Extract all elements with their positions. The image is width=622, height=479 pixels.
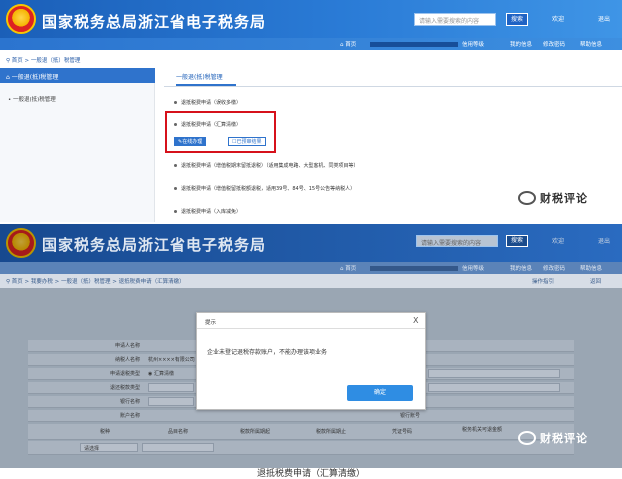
list-item-label: 退抵税费申请（增值税留抵税额退税，适用39号、84号、15号公告等纳税人） [181, 186, 356, 192]
select-hint: 请选择 [84, 446, 100, 452]
active-tab-underline [176, 84, 236, 86]
top-screenshot: 国家税务总局浙江省电子税务局 请输入需要搜索的内容 搜索 欢迎 退出 ⌂ 首页 … [0, 0, 622, 222]
col-voucher: 凭证号码 [392, 429, 413, 435]
radio-selected-icon: ◉ [148, 371, 153, 377]
list-item-label: 退抵税费申请（误收多缴） [181, 100, 242, 106]
sidebar-subitem-label: 一般退(抵)税管理 [13, 97, 56, 103]
redacted-name [370, 42, 458, 47]
col-period-start: 税款所属期起 [240, 429, 271, 435]
breadcrumb-home[interactable]: 首页 [12, 58, 23, 64]
watermark-text: 财税评论 [540, 192, 588, 205]
my-info-link[interactable]: 我的信息 [510, 264, 532, 272]
list-item-vat-excess-a[interactable]: 退抵税费申请（增值税期末留抵退税）（适用集成电路、大型客机、同类项目等） [174, 162, 359, 169]
dialog-title: 提示 [205, 320, 217, 326]
return-link[interactable]: 返回 [590, 277, 601, 285]
logout-link[interactable]: 退出 [598, 236, 610, 245]
change-password-link[interactable]: 修改密码 [543, 264, 565, 272]
apply-type-text: 汇算清缴 [153, 371, 174, 377]
bullet-icon [174, 210, 177, 213]
breadcrumb: ⚲ 首页 > 一般退（抵）税管理 [6, 58, 81, 64]
breadcrumb-current[interactable]: 一般退（抵）税管理 [31, 58, 81, 64]
redacted-name [370, 266, 458, 271]
list-item-relief[interactable]: 退抵税费申请（入库减免） [174, 208, 241, 215]
tax-type-select[interactable]: 请选择 [80, 443, 138, 452]
list-item-label: 退抵税费申请（入库减免） [181, 209, 242, 215]
applicant-name-label: 申请人名称 [114, 343, 140, 349]
home-label: 首页 [345, 266, 357, 272]
bullet-icon [174, 101, 177, 104]
col-refund-amount: 税务机关可退金额 [462, 427, 503, 433]
list-item-vat-excess-b[interactable]: 退抵税费申请（增值税留抵税额退税，适用39号、84号、15号公告等纳税人） [174, 185, 355, 192]
welcome-text: 欢迎 [552, 238, 565, 245]
sidebar-item-label: 一般退(抵)税管理 [11, 74, 59, 81]
search-button[interactable]: 搜索 [506, 13, 528, 26]
wechat-icon [518, 191, 536, 205]
highlight-box [165, 111, 276, 153]
account-no-label: 银行账号 [399, 413, 420, 419]
panel-divider [164, 86, 622, 87]
apply-type-label: 申请退税类型 [109, 371, 140, 377]
welcome-text: 欢迎 [552, 16, 565, 23]
search-input[interactable]: 请输入需要搜索的内容 [416, 235, 498, 247]
home-outline-icon: ⌂ [6, 74, 10, 81]
apply-type-value[interactable]: ◉ 汇算清缴 [148, 370, 174, 377]
home-icon: ⌂ [340, 266, 344, 272]
dialog-ok-button[interactable]: 确定 [347, 385, 413, 401]
col-item: 品目名称 [168, 429, 189, 435]
change-password-link[interactable]: 修改密码 [543, 40, 565, 48]
taxpayer-name-value: 杭州××××有限公司 [148, 357, 195, 363]
dialog-close-icon[interactable]: X [413, 316, 418, 325]
location-icon: ⚲ [6, 279, 11, 285]
panel-title[interactable]: 一般退(抵)税管理 [176, 72, 223, 81]
location-icon: ⚲ [6, 58, 11, 64]
tax-emblem-icon [6, 4, 36, 34]
dialog-message: 企业未登记退税存款账户，不能办理该项业务 [207, 349, 328, 356]
refund-reason-select[interactable] [148, 383, 194, 392]
breadcrumb-path[interactable]: 首页 > 我要办税 > 一般退（抵）税管理 > 退抵税费申请（汇算清缴） [12, 279, 185, 285]
dialog-header [197, 313, 425, 329]
breadcrumb: ⚲ 首页 > 我要办税 > 一般退（抵）税管理 > 退抵税费申请（汇算清缴） [6, 277, 185, 285]
alert-dialog: 提示 X 企业未登记退税存款账户，不能办理该项业务 确定 [196, 312, 426, 410]
help-link[interactable]: 帮助信息 [580, 264, 602, 272]
col-period-end: 税款所属期止 [316, 429, 347, 435]
home-link[interactable]: ⌂ 首页 [340, 264, 356, 272]
bullet-icon [174, 187, 177, 190]
list-item-label: 退抵税费申请（增值税期末留抵退税）（适用集成电路、大型客机、同类项目等） [181, 163, 359, 169]
bank-name-select[interactable] [148, 397, 194, 406]
help-link[interactable]: 帮助信息 [580, 40, 602, 48]
home-icon: ⌂ [340, 42, 344, 48]
credit-level-link[interactable]: 信用等级 [462, 40, 484, 48]
credit-level-link[interactable]: 信用等级 [462, 264, 484, 272]
refund-reason-label: 退还税款类型 [109, 385, 140, 391]
ops-guide-link[interactable]: 操作指引 [532, 277, 554, 285]
home-label: 首页 [345, 42, 357, 48]
col-tax-type: 税种 [100, 429, 111, 435]
watermark-text: 财税评论 [540, 432, 588, 445]
sidebar-subitem-refund-mgmt[interactable]: • 一般退(抵)税管理 [8, 95, 56, 103]
home-link[interactable]: ⌂ 首页 [340, 40, 356, 48]
search-input[interactable]: 请输入需要搜索的内容 [414, 13, 496, 26]
logout-link[interactable]: 退出 [598, 14, 610, 23]
tax-emblem-icon [6, 228, 36, 258]
agency-title: 国家税务总局浙江省电子税务局 [42, 236, 267, 254]
select-field[interactable] [428, 369, 560, 378]
wechat-icon [518, 431, 536, 445]
list-item-overpaid[interactable]: 退抵税费申请（误收多缴） [174, 99, 241, 106]
my-info-link[interactable]: 我的信息 [510, 40, 532, 48]
agency-title: 国家税务总局浙江省电子税务局 [42, 13, 267, 31]
search-button[interactable]: 搜索 [506, 235, 528, 247]
account-name-label: 账户名称 [119, 413, 140, 419]
bank-name-label: 银行名称 [119, 399, 140, 405]
figure-caption: 退抵税费申请（汇算清缴） [256, 469, 365, 479]
taxpayer-name-label: 纳税人名称 [114, 357, 140, 363]
bullet-icon [174, 164, 177, 167]
bottom-screenshot: 国家税务总局浙江省电子税务局 请输入需要搜索的内容 搜索 欢迎 退出 ⌂ 首页 … [0, 224, 622, 468]
sidebar [0, 68, 155, 222]
sidebar-item-refund-mgmt[interactable]: ⌂ 一般退(抵)税管理 [0, 68, 155, 83]
item-select[interactable] [142, 443, 214, 452]
select-field[interactable] [428, 383, 560, 392]
